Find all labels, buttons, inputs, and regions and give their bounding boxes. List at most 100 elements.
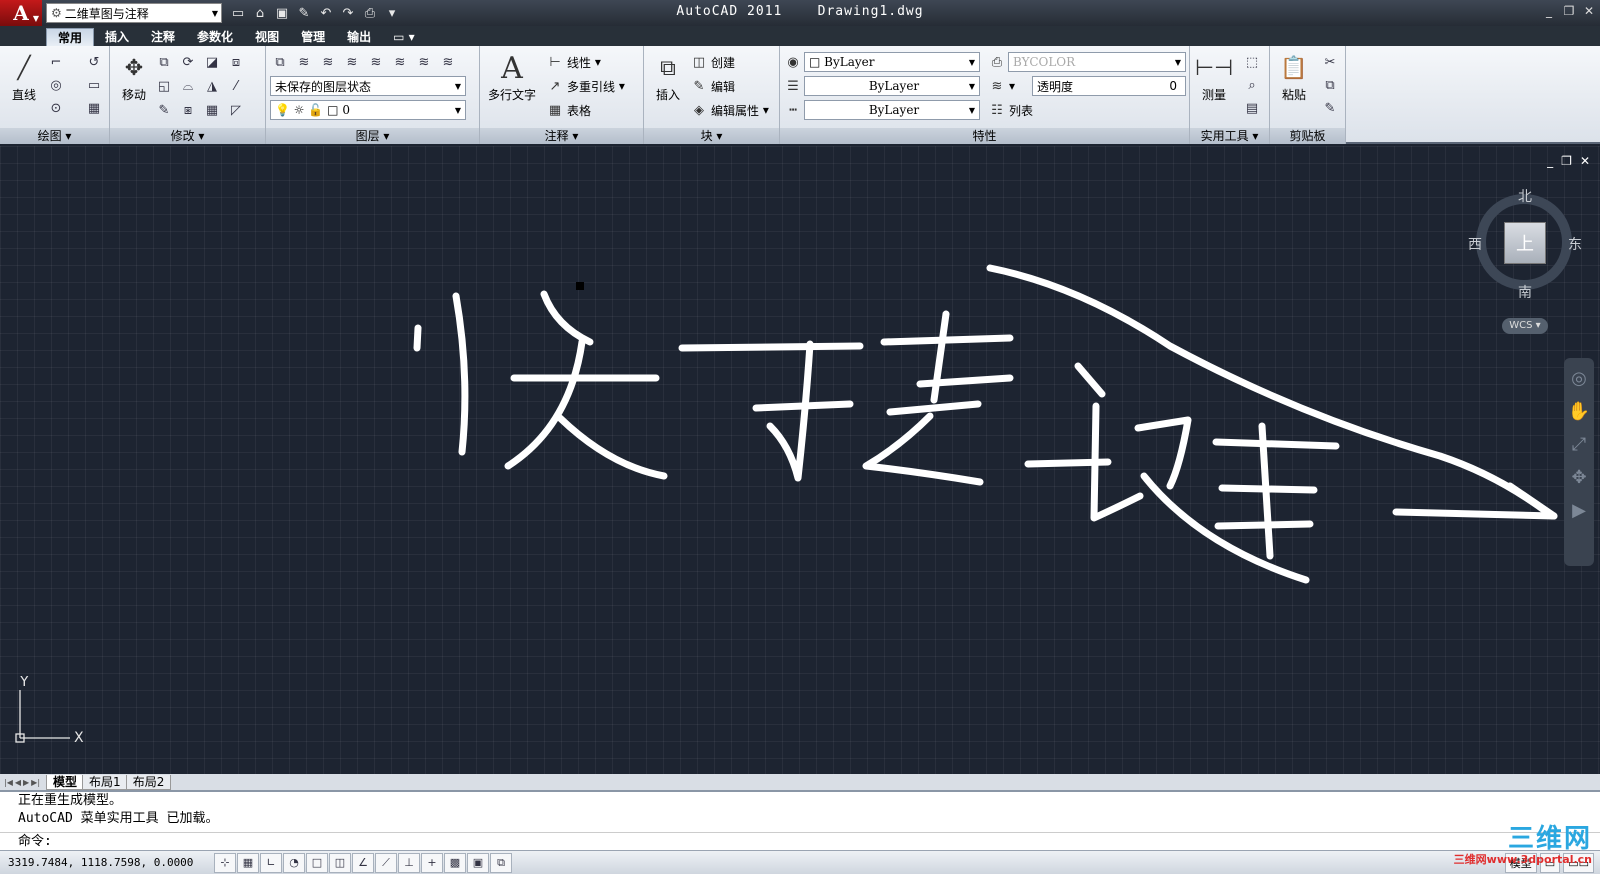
layer-off-icon[interactable]: ≋ (438, 52, 458, 72)
color-select[interactable]: □ ByLayer ▼ (804, 52, 980, 72)
offset-icon[interactable]: ⧈ (226, 52, 246, 72)
plotstyle-select[interactable]: BYCOLOR ▼ (1008, 52, 1186, 72)
selection-cycling-icon[interactable]: ⧉ (490, 852, 512, 873)
annotation-panel-label[interactable]: 注释 ▾ (480, 128, 643, 144)
chamfer-icon[interactable]: ◸ (226, 100, 246, 120)
compass-west[interactable]: 西 (1468, 234, 1482, 254)
osnap-icon[interactable]: □ (306, 852, 328, 873)
restore-icon[interactable]: ❐ (1562, 3, 1576, 19)
snap-icon[interactable]: ⊹ (214, 852, 236, 873)
draw-panel-label[interactable]: 绘图 ▾ (0, 128, 109, 144)
layers-panel-label[interactable]: 图层 ▾ (266, 128, 479, 144)
tab-insert[interactable]: 插入 (94, 28, 140, 46)
layer-isolate-icon[interactable]: ≋ (366, 52, 386, 72)
utilities-panel-label[interactable]: 实用工具 ▾ (1190, 128, 1269, 144)
properties-panel-label[interactable]: 特性 (780, 128, 1189, 144)
quick-select-icon[interactable]: ⬚ (1242, 52, 1262, 72)
coordinate-readout[interactable]: 3319.7484, 1118.7598, 0.0000 (0, 856, 214, 869)
layer-previous-icon[interactable]: ≋ (342, 52, 362, 72)
clipboard-panel-label[interactable]: 剪贴板 (1270, 128, 1345, 144)
rectangle-icon[interactable]: ▭ (84, 75, 104, 95)
tab-layout2[interactable]: 布局2 (125, 774, 172, 790)
ducs-icon[interactable]: ⟋ (375, 852, 397, 873)
compass-east[interactable]: 东 (1568, 234, 1582, 254)
quick-properties-icon[interactable]: ▣ (467, 852, 489, 873)
circle-icon[interactable]: ◎ (46, 75, 66, 95)
calculator-icon[interactable]: ▤ (1242, 98, 1262, 118)
showmotion-icon[interactable]: ▶ (1572, 500, 1586, 521)
copy-icon[interactable]: ⧉ (154, 52, 174, 72)
layer-properties-icon[interactable]: ⧉ (270, 52, 290, 72)
save-as-icon[interactable]: ✎ (294, 3, 314, 23)
otrack-icon[interactable]: ∠ (352, 852, 374, 873)
orbit-icon[interactable]: ✥ (1571, 467, 1586, 488)
steering-wheel-icon[interactable]: ◎ (1571, 368, 1587, 389)
layer-state-select[interactable]: 未保存的图层状态 ▼ (270, 76, 466, 96)
copy-clip-icon[interactable]: ⧉ (1320, 75, 1340, 95)
array-icon[interactable]: ▦ (202, 100, 222, 120)
tab-view[interactable]: 视图 (244, 28, 290, 46)
mirror-icon[interactable]: ◮ (202, 76, 222, 96)
table-button[interactable]: ▦ 表格 (546, 100, 591, 120)
tab-layout1[interactable]: 布局1 (82, 774, 128, 790)
customize-chevron-icon[interactable]: ▾ (382, 3, 402, 23)
move-button[interactable]: ✥ 移动 (112, 52, 156, 103)
drawing-canvas[interactable]: _ ❐ ✕ 上 北 南 东 西 WCS ▾ ◎ ✋ ⤢ ✥ ▶ Y X (0, 146, 1600, 774)
zoom-extents-icon[interactable]: ⤢ (1572, 434, 1586, 455)
match-properties-icon[interactable]: ✎ (1320, 98, 1340, 118)
block-panel-label[interactable]: 块 ▾ (644, 128, 779, 144)
arc-icon[interactable]: ↺ (84, 52, 104, 72)
paste-button[interactable]: 📋 粘贴 (1272, 52, 1316, 103)
stretch-icon[interactable]: ◱ (154, 76, 174, 96)
ortho-icon[interactable]: ∟ (260, 852, 282, 873)
first-tab-icon[interactable]: |◀ (4, 778, 13, 787)
compass-north[interactable]: 北 (1518, 186, 1532, 206)
edit-block-button[interactable]: ✎ 编辑 (690, 76, 735, 96)
mleader-button[interactable]: ↗ 多重引线 ▾ (546, 76, 625, 96)
ellipse-icon[interactable]: ⊙ (46, 98, 66, 118)
viewcube[interactable]: 上 北 南 东 西 (1468, 186, 1582, 301)
linear-dim-button[interactable]: ⊢ 线性 ▾ (546, 52, 601, 72)
rotate-icon[interactable]: ⟳ (178, 52, 198, 72)
transparency-field[interactable]: 透明度 0 (1032, 76, 1186, 96)
redo-icon[interactable]: ↷ (338, 3, 358, 23)
workspace-select[interactable]: ⚙ 二维草图与注释 ▼ (46, 3, 222, 23)
tab-parametric[interactable]: 参数化 (186, 28, 244, 46)
undo-icon[interactable]: ↶ (316, 3, 336, 23)
layer-match-icon[interactable]: ≋ (318, 52, 338, 72)
explode-icon[interactable]: ⧆ (178, 100, 198, 120)
cut-icon[interactable]: ✂ (1320, 52, 1340, 72)
3d-osnap-icon[interactable]: ◫ (329, 852, 351, 873)
edit-attribute-button[interactable]: ◈ 编辑属性 ▾ (690, 100, 769, 120)
polyline-icon[interactable]: ⌐ (46, 52, 66, 72)
create-block-button[interactable]: ◫ 创建 (690, 52, 735, 72)
close-icon[interactable]: ✕ (1582, 3, 1596, 19)
layer-select[interactable]: 💡 ☼ 🔓 □ 0 ▼ (270, 100, 466, 120)
command-input[interactable]: 命令: (0, 832, 1600, 850)
compass-south[interactable]: 南 (1518, 282, 1532, 302)
tab-extra-menu[interactable]: ▭ ▾ (382, 28, 426, 46)
hatch-icon[interactable]: ▦ (84, 98, 104, 118)
last-tab-icon[interactable]: ▶| (31, 778, 40, 787)
tab-manage[interactable]: 管理 (290, 28, 336, 46)
line-button[interactable]: ╱ 直线 (2, 52, 46, 103)
polar-icon[interactable]: ◔ (283, 852, 305, 873)
list-button[interactable]: ☷ 列表 (988, 100, 1033, 120)
find-icon[interactable]: ⌕ (1242, 75, 1262, 95)
open-file-icon[interactable]: ⌂ (250, 3, 270, 23)
measure-button[interactable]: ⊢⊣ 测量 (1192, 52, 1236, 103)
save-icon[interactable]: ▣ (272, 3, 292, 23)
tab-annotate[interactable]: 注释 (140, 28, 186, 46)
tab-home[interactable]: 常用 (46, 28, 95, 46)
layer-unisolate-icon[interactable]: ≋ (390, 52, 410, 72)
plot-icon[interactable]: ⎙ (360, 3, 380, 23)
next-tab-icon[interactable]: ▶ (23, 778, 29, 787)
new-file-icon[interactable]: ▭ (228, 3, 248, 23)
lineweight-toggle-icon[interactable]: + (421, 852, 443, 873)
minimize-icon[interactable]: _ (1542, 3, 1556, 19)
fillet-icon[interactable]: ⌓ (178, 76, 198, 96)
tab-model[interactable]: 模型 (46, 774, 85, 790)
linetype-select[interactable]: ByLayer ▼ (804, 100, 980, 120)
viewcube-face[interactable]: 上 (1504, 222, 1546, 264)
lineweight-select[interactable]: ByLayer ▼ (804, 76, 980, 96)
